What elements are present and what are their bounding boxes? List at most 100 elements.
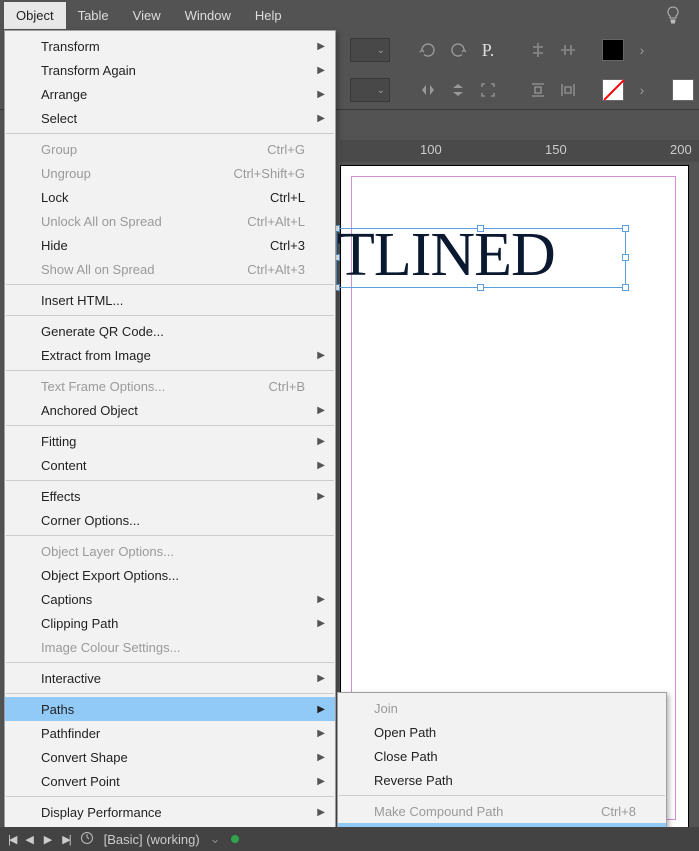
- chevron-right-icon[interactable]: ›: [630, 38, 654, 62]
- submenu-item-join: Join: [338, 696, 666, 720]
- rotate-ccw-icon[interactable]: [416, 38, 440, 62]
- menu-item-corner-options[interactable]: Corner Options...: [5, 508, 335, 532]
- menu-item-label: Extract from Image: [41, 348, 151, 363]
- bulb-icon[interactable]: [665, 6, 681, 29]
- menu-item-shortcut: Ctrl+L: [270, 190, 305, 205]
- menu-item-captions[interactable]: Captions▶: [5, 587, 335, 611]
- menubar-item-view[interactable]: View: [121, 2, 173, 29]
- chevron-right-icon: ▶: [317, 436, 325, 447]
- menu-item-shortcut: Ctrl+8: [601, 804, 636, 819]
- chevron-right-icon: ▶: [317, 65, 325, 76]
- menu-item-arrange[interactable]: Arrange ▶: [5, 82, 335, 106]
- ruler-tick: 100: [420, 142, 442, 157]
- chevron-right-icon: ▶: [317, 673, 325, 684]
- menu-item-label: Unlock All on Spread: [41, 214, 162, 229]
- menubar-item-window[interactable]: Window: [173, 2, 243, 29]
- menu-item-extract-from-image[interactable]: Extract from Image▶: [5, 343, 335, 367]
- chevron-right-icon: ▶: [317, 41, 325, 52]
- menu-item-label: Transform: [41, 39, 100, 54]
- handle-ne[interactable]: [622, 225, 629, 232]
- submenu-item-make-compound-path: Make Compound Path Ctrl+8: [338, 799, 666, 823]
- menubar-item-help[interactable]: Help: [243, 2, 294, 29]
- align-icon-2[interactable]: [556, 38, 580, 62]
- ruler-horizontal: 100 150 200: [340, 140, 699, 162]
- fill-color-swatch[interactable]: [602, 39, 624, 61]
- menu-item-label: Select: [41, 111, 77, 126]
- nav-prev-icon[interactable]: ◀: [25, 833, 33, 846]
- menu-item-display-performance[interactable]: Display Performance▶: [5, 800, 335, 824]
- menu-item-shortcut: Ctrl+G: [267, 142, 305, 157]
- menu-item-lock[interactable]: Lock Ctrl+L: [5, 185, 335, 209]
- menu-item-anchored-object[interactable]: Anchored Object▶: [5, 398, 335, 422]
- menu-item-transform[interactable]: Transform ▶: [5, 34, 335, 58]
- menu-item-content[interactable]: Content▶: [5, 453, 335, 477]
- dropdown[interactable]: [350, 38, 390, 62]
- menu-item-convert-point[interactable]: Convert Point▶: [5, 769, 335, 793]
- chevron-right-icon: ▶: [317, 776, 325, 787]
- submenu-item-open-path[interactable]: Open Path: [338, 720, 666, 744]
- menu-item-effects[interactable]: Effects▶: [5, 484, 335, 508]
- dropdown[interactable]: [350, 78, 390, 102]
- handle-e[interactable]: [622, 254, 629, 261]
- flip-h-icon[interactable]: [416, 78, 440, 102]
- chevron-right-icon: ▶: [317, 89, 325, 100]
- menu-item-label: Object Export Options...: [41, 568, 179, 583]
- align-icon-1[interactable]: [526, 38, 550, 62]
- menu-item-insert-html[interactable]: Insert HTML...: [5, 288, 335, 312]
- menu-item-paths[interactable]: Paths▶: [5, 697, 335, 721]
- selection-frame[interactable]: [336, 228, 626, 288]
- menu-item-label: Image Colour Settings...: [41, 640, 180, 655]
- menu-item-clipping-path[interactable]: Clipping Path▶: [5, 611, 335, 635]
- ruler-tick: 150: [545, 142, 567, 157]
- menu-item-label: Join: [374, 701, 398, 716]
- nav-next-icon[interactable]: ▶: [44, 833, 52, 846]
- menu-item-shortcut: Ctrl+3: [270, 238, 305, 253]
- menu-item-ungroup: UngroupCtrl+Shift+G: [5, 161, 335, 185]
- menubar-item-table[interactable]: Table: [66, 2, 121, 29]
- menu-item-label: Interactive: [41, 671, 101, 686]
- preflight-icon[interactable]: [80, 831, 94, 848]
- handle-s[interactable]: [477, 284, 484, 291]
- menu-item-label: Insert HTML...: [41, 293, 123, 308]
- menu-item-label: Make Compound Path: [374, 804, 503, 819]
- menu-item-generate-qr-code[interactable]: Generate QR Code...: [5, 319, 335, 343]
- menu-item-object-export-options[interactable]: Object Export Options...: [5, 563, 335, 587]
- menu-item-shortcut: Ctrl+B: [269, 379, 305, 394]
- handle-n[interactable]: [477, 225, 484, 232]
- menu-item-label: Lock: [41, 190, 68, 205]
- menu-item-label: Ungroup: [41, 166, 91, 181]
- menu-item-fitting[interactable]: Fitting▶: [5, 429, 335, 453]
- menubar-item-object[interactable]: Object: [4, 2, 66, 29]
- crop-brackets-icon[interactable]: [476, 78, 500, 102]
- menu-item-pathfinder[interactable]: Pathfinder▶: [5, 721, 335, 745]
- submenu-item-close-path[interactable]: Close Path: [338, 744, 666, 768]
- nav-first-icon[interactable]: |◀: [8, 833, 15, 846]
- menu-item-label: Show All on Spread: [41, 262, 154, 277]
- rotate-cw-icon[interactable]: [446, 38, 470, 62]
- menu-item-hide[interactable]: HideCtrl+3: [5, 233, 335, 257]
- handle-se[interactable]: [622, 284, 629, 291]
- menu-item-label: Clipping Path: [41, 616, 118, 631]
- swatch-white[interactable]: [672, 79, 694, 101]
- menu-item-select[interactable]: Select ▶: [5, 106, 335, 130]
- menu-item-label: Anchored Object: [41, 403, 138, 418]
- distribute-icon-2[interactable]: [556, 78, 580, 102]
- chevron-right-icon: ▶: [317, 807, 325, 818]
- flip-v-icon[interactable]: [446, 78, 470, 102]
- menu-item-label: Arrange: [41, 87, 87, 102]
- menu-item-label: Pathfinder: [41, 726, 100, 741]
- menu-item-convert-shape[interactable]: Convert Shape▶: [5, 745, 335, 769]
- chevron-right-icon[interactable]: ›: [630, 78, 654, 102]
- distribute-icon-1[interactable]: [526, 78, 550, 102]
- menu-item-label: Convert Shape: [41, 750, 128, 765]
- menu-item-transform-again[interactable]: Transform Again▶: [5, 58, 335, 82]
- menu-item-label: Corner Options...: [41, 513, 140, 528]
- status-bar: |◀ ◀ ▶ ▶| [Basic] (working) ⌄: [0, 827, 699, 851]
- p-icon[interactable]: P.: [476, 38, 500, 62]
- submenu-item-reverse-path[interactable]: Reverse Path: [338, 768, 666, 792]
- menu-item-group: GroupCtrl+G: [5, 137, 335, 161]
- stroke-none-swatch[interactable]: [602, 79, 624, 101]
- menu-item-interactive[interactable]: Interactive ▶: [5, 666, 335, 690]
- chevron-right-icon: ▶: [317, 113, 325, 124]
- nav-last-icon[interactable]: ▶|: [62, 833, 69, 846]
